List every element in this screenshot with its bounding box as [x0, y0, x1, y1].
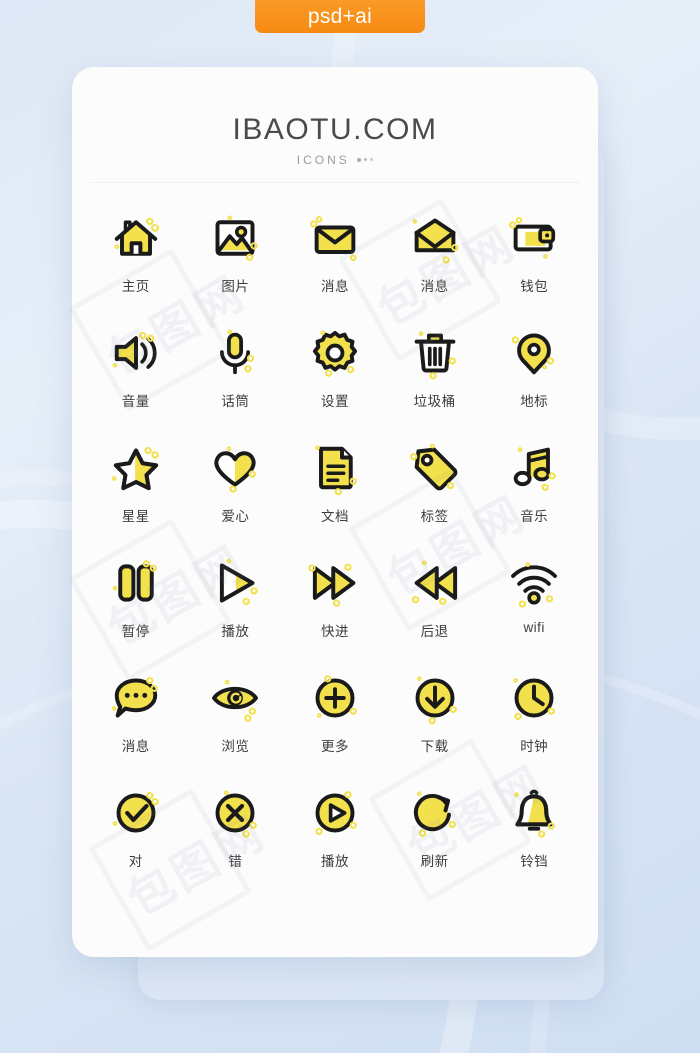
icon-cell-music[interactable]: 音乐 [484, 439, 584, 554]
icon-cell-download[interactable]: 下载 [385, 669, 485, 784]
fast-forward-icon [306, 554, 364, 612]
icon-label: 话筒 [221, 394, 250, 409]
wifi-icon [505, 554, 563, 612]
icon-label: 消息 [121, 739, 150, 754]
icon-label: 音量 [121, 394, 150, 409]
volume-icon [107, 324, 165, 382]
icon-cell-location[interactable]: 地标 [484, 324, 584, 439]
image-icon [206, 209, 264, 267]
icon-cell-rewind[interactable]: 后退 [385, 554, 485, 669]
icon-label: 垃圾桶 [413, 394, 456, 409]
dots-ornament-icon [356, 157, 374, 162]
icon-label: 暂停 [121, 624, 150, 639]
subtitle-row: ICONS [297, 153, 374, 167]
heart-icon [206, 439, 264, 497]
play-icon [206, 554, 264, 612]
icon-cell-volume[interactable]: 音量 [86, 324, 186, 439]
icon-label: 消息 [320, 279, 349, 294]
psd-ai-badge-label: psd+ai [307, 5, 373, 28]
psd-ai-badge: psd+ai [255, 0, 425, 33]
icon-cell-clock[interactable]: 时钟 [484, 669, 584, 784]
check-circle-icon [107, 784, 165, 842]
clock-icon [505, 669, 563, 727]
icon-cell-star[interactable]: 星星 [86, 439, 186, 554]
close-circle-icon [206, 784, 264, 842]
icon-label: 地标 [520, 394, 549, 409]
icon-label: 标签 [420, 509, 449, 524]
icon-label: 刷新 [420, 854, 449, 869]
icon-cell-browse[interactable]: 浏览 [186, 669, 286, 784]
icon-label: 文档 [320, 509, 349, 524]
page-subtitle: ICONS [296, 152, 350, 167]
icon-label: 星星 [121, 509, 150, 524]
icon-label: 时钟 [520, 739, 549, 754]
tag-icon [406, 439, 464, 497]
card-header: IBAOTU.COM ICONS [72, 67, 598, 182]
icon-cell-wifi[interactable]: wifi [484, 554, 584, 669]
music-note-icon [505, 439, 563, 497]
document-icon [306, 439, 364, 497]
icon-cell-trash[interactable]: 垃圾桶 [385, 324, 485, 439]
icon-label: 消息 [420, 279, 449, 294]
icon-cell-wallet[interactable]: 钱包 [484, 209, 584, 324]
icon-grid: 主页 图片 消息 消息 钱包 音量 话筒 设置 垃圾桶 地标 星星 爱心 文档 … [72, 183, 598, 909]
icon-cell-more[interactable]: 更多 [285, 669, 385, 784]
chat-bubble-icon [107, 669, 165, 727]
icon-cell-refresh[interactable]: 刷新 [385, 784, 485, 899]
refresh-icon [406, 784, 464, 842]
icon-cell-document[interactable]: 文档 [285, 439, 385, 554]
eye-icon [206, 669, 264, 727]
icon-label: 浏览 [221, 739, 250, 754]
icon-label: 图片 [221, 279, 250, 294]
icon-cell-tag[interactable]: 标签 [385, 439, 485, 554]
star-icon [107, 439, 165, 497]
icon-label: 下载 [420, 739, 449, 754]
icon-label: wifi [523, 620, 545, 635]
icon-label: 爱心 [221, 509, 250, 524]
location-pin-icon [505, 324, 563, 382]
pause-icon [107, 554, 165, 612]
envelope-open-icon [406, 209, 464, 267]
icon-cell-correct[interactable]: 对 [86, 784, 186, 899]
microphone-icon [206, 324, 264, 382]
icon-cell-play[interactable]: 播放 [186, 554, 286, 669]
icon-cell-microphone[interactable]: 话筒 [186, 324, 286, 439]
rewind-icon [406, 554, 464, 612]
icon-label: 铃铛 [520, 854, 549, 869]
icon-label: 后退 [420, 624, 449, 639]
icon-cell-pause[interactable]: 暂停 [86, 554, 186, 669]
gear-icon [306, 324, 364, 382]
icon-cell-bell[interactable]: 铃铛 [484, 784, 584, 899]
icon-label: 对 [128, 854, 143, 869]
icon-label: 钱包 [520, 279, 549, 294]
icon-label: 设置 [320, 394, 349, 409]
plus-circle-icon [306, 669, 364, 727]
icon-cell-heart[interactable]: 爱心 [186, 439, 286, 554]
icon-label: 播放 [221, 624, 250, 639]
icon-cell-message-closed[interactable]: 消息 [285, 209, 385, 324]
icon-label: 快进 [320, 624, 349, 639]
icon-label: 错 [228, 854, 243, 869]
icon-cell-wrong[interactable]: 错 [186, 784, 286, 899]
bell-icon [505, 784, 563, 842]
icon-set-card: IBAOTU.COM ICONS 主页 图片 消息 消息 钱包 音量 话筒 设置… [72, 67, 598, 957]
icon-cell-settings[interactable]: 设置 [285, 324, 385, 439]
icon-label: 主页 [121, 279, 150, 294]
icon-label: 播放 [320, 854, 349, 869]
icon-cell-play-circle[interactable]: 播放 [285, 784, 385, 899]
icon-cell-message-open[interactable]: 消息 [385, 209, 485, 324]
icon-label: 音乐 [520, 509, 549, 524]
icon-label: 更多 [320, 739, 349, 754]
trash-icon [406, 324, 464, 382]
home-icon [107, 209, 165, 267]
page-title: IBAOTU.COM [232, 112, 438, 146]
play-circle-icon [306, 784, 364, 842]
wallet-icon [505, 209, 563, 267]
download-circle-icon [406, 669, 464, 727]
icon-cell-fast-forward[interactable]: 快进 [285, 554, 385, 669]
icon-cell-home[interactable]: 主页 [86, 209, 186, 324]
icon-cell-chat[interactable]: 消息 [86, 669, 186, 784]
icon-cell-image[interactable]: 图片 [186, 209, 286, 324]
envelope-closed-icon [306, 209, 364, 267]
